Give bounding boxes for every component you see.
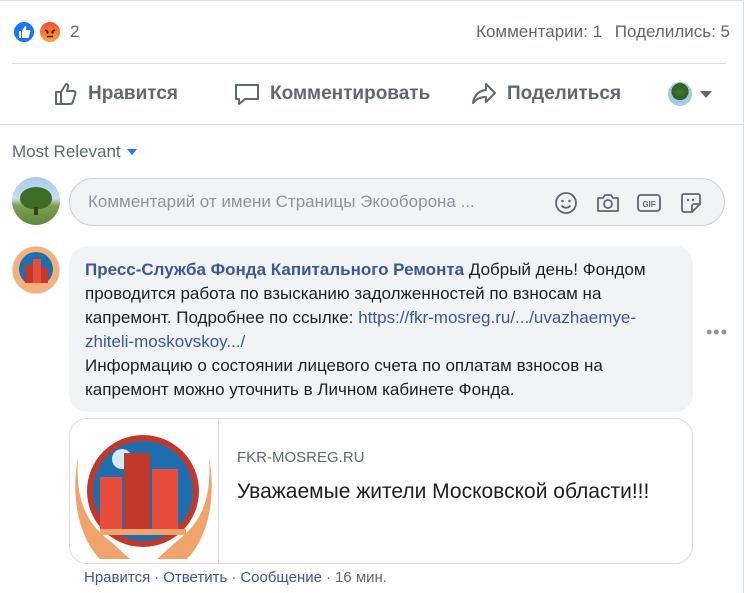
engagement-counts: Комментарии: 1 Поделились: 5 [468,22,730,42]
post-as-selector[interactable] [668,78,728,110]
emoji-icon[interactable] [553,190,579,216]
commenter-avatar[interactable] [12,246,60,294]
svg-text:GIF: GIF [642,200,655,209]
top-border [0,0,744,1]
sticker-icon[interactable] [678,190,704,216]
gif-icon[interactable]: GIF [636,190,662,216]
separator: · [325,569,331,586]
comment-author[interactable]: Пресс-Служба Фонда Капитального Ремонта [85,260,464,279]
chevron-down-icon [126,149,137,155]
post-actions-bar: Нравится Комментировать Поделиться [12,64,726,122]
comment-message-link[interactable]: Сообщение [240,569,322,586]
speech-bubble-icon [235,84,259,105]
comment-label: Комментировать [270,83,431,104]
comment-like-link[interactable]: Нравится [84,569,150,586]
separator: · [231,569,237,586]
comment-composer[interactable]: GIF [69,178,725,226]
share-arrow-icon [472,83,496,104]
link-preview-domain: FKR-MOSREG.RU [237,449,365,466]
link-preview-image [70,419,219,563]
angry-reaction-icon [38,20,62,44]
like-reaction-icon [12,20,36,44]
tree-trunk-graphic [34,207,38,215]
link-preview-title[interactable]: Уважаемые жители Московской области!!! [237,477,657,507]
reaction-count[interactable]: 2 [70,22,79,42]
camera-icon[interactable] [595,190,621,216]
share-label: Поделиться [507,83,622,104]
comment-timestamp[interactable]: 16 мин. [335,569,387,586]
page-avatar [668,82,692,106]
like-label: Нравится [88,83,178,104]
avatar[interactable] [12,177,60,225]
link-preview-card[interactable]: FKR-MOSREG.RU Уважаемые жители Московско… [69,418,693,564]
separator: · [154,569,160,586]
reaction-icons[interactable] [12,20,72,46]
shares-count[interactable]: Поделились: 5 [615,22,730,41]
comment-text-details: Информацию о состоянии лицевого счета по… [85,356,603,399]
comment-sort-label: Most Relevant [12,142,121,161]
more-options-icon[interactable]: ••• [706,322,728,342]
comment-reply-link[interactable]: Ответить [163,569,227,586]
comment-button[interactable]: Комментировать [232,79,430,109]
comment-body: Пресс-Служба Фонда Капитального Ремонта … [85,258,685,402]
comments-count[interactable]: Комментарии: 1 [476,22,602,41]
share-button[interactable]: Поделиться [469,79,621,109]
chevron-down-icon [700,90,712,98]
like-button[interactable]: Нравится [52,79,178,109]
reactions-summary: 2 Комментарии: 1 Поделились: 5 [12,18,730,48]
tree-graphic [20,187,52,209]
comment-input[interactable] [88,192,528,212]
comment-actions: Нравится · Ответить · Сообщение · 16 мин. [84,569,387,586]
thumbs-up-icon [55,83,77,105]
divider [0,124,744,125]
comment-bubble: Пресс-Служба Фонда Капитального Ремонта … [69,246,693,412]
comment-sort-dropdown[interactable]: Most Relevant [12,142,137,162]
